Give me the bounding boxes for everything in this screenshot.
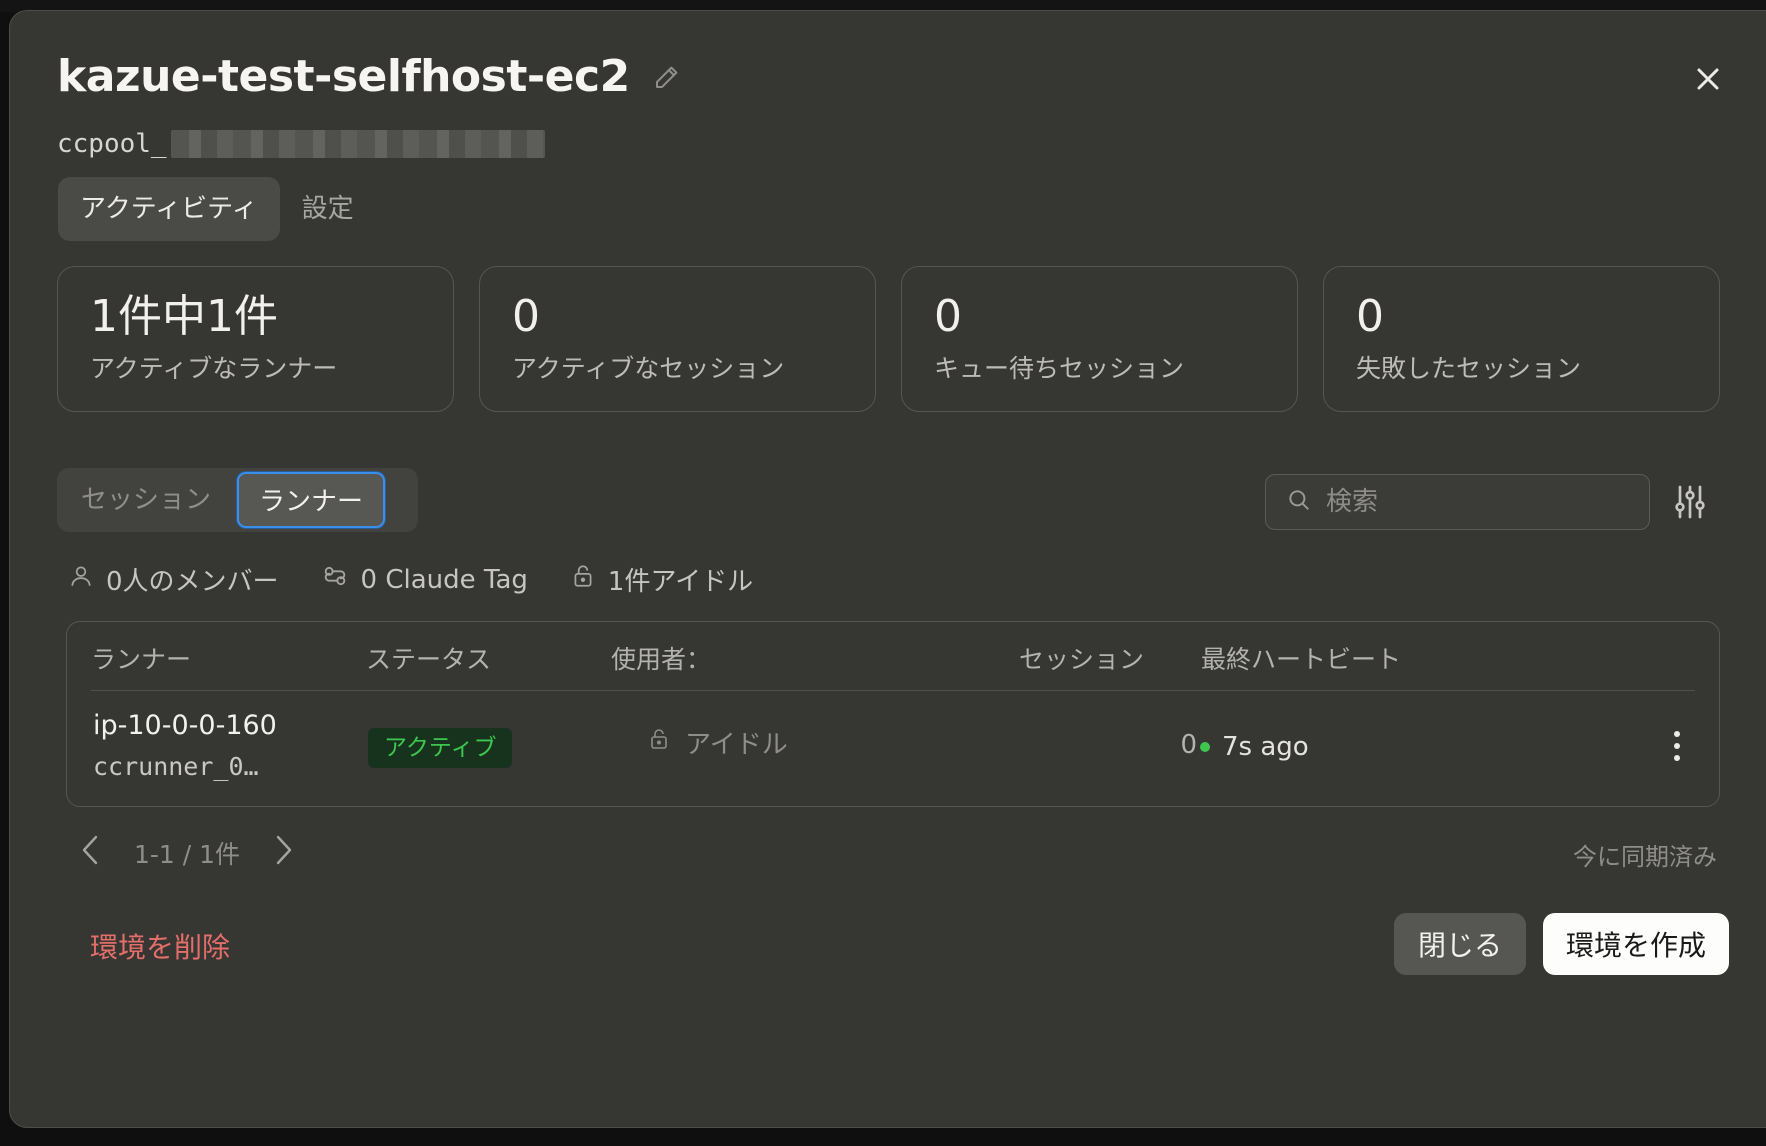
- stat-card-queued-sessions: 0 キュー待ちセッション: [901, 266, 1298, 412]
- column-header-user[interactable]: 使用者：: [611, 640, 711, 676]
- lock-icon: [570, 563, 596, 596]
- column-header-sessions[interactable]: セッション: [1019, 640, 1144, 676]
- meta-idle: 1件アイドル: [570, 561, 753, 598]
- pool-id-redacted: [170, 130, 545, 158]
- tab-activity[interactable]: アクティビティ: [58, 177, 280, 241]
- user-value: アイドル: [685, 730, 788, 760]
- heartbeat-value: 7s ago: [1222, 732, 1309, 762]
- runner-meta-row: 0人のメンバー 0 Claude Tag 1件アイドル: [68, 561, 753, 598]
- lock-icon: [647, 727, 671, 758]
- pool-id: ccpool_: [57, 129, 167, 159]
- top-tabs: アクティビティ 設定: [58, 177, 376, 241]
- stat-value: 1件中1件: [90, 291, 278, 342]
- idle-count: 1件アイドル: [607, 567, 754, 597]
- create-environment-button[interactable]: 環境を作成: [1543, 913, 1729, 975]
- chevron-left-icon[interactable]: [80, 833, 102, 873]
- segment-sessions[interactable]: セッション: [61, 472, 231, 528]
- stat-value: 0: [512, 291, 540, 342]
- sliders-icon[interactable]: [1670, 482, 1710, 522]
- members-count: 0人のメンバー: [106, 567, 279, 597]
- stat-label: アクティブなセッション: [512, 354, 785, 383]
- pool-id-row: ccpool_: [57, 129, 545, 159]
- status-badge: アクティブ: [368, 728, 513, 768]
- tag-icon: [321, 562, 349, 597]
- sync-status: 今に同期済み: [1573, 843, 1717, 871]
- environment-modal: kazue-test-selfhost-ec2 ccpool_ アクティビティ …: [9, 10, 1766, 1128]
- runners-table: ランナー ステータス 使用者： セッション 最終ハートビート ip-10-0-0…: [66, 621, 1720, 807]
- stat-label: キュー待ちセッション: [934, 354, 1185, 383]
- chevron-right-icon[interactable]: [272, 833, 294, 873]
- close-button[interactable]: 閉じる: [1394, 913, 1526, 975]
- stat-card-active-runners: 1件中1件 アクティブなランナー: [57, 266, 454, 412]
- sessions-count: 0: [1180, 730, 1197, 760]
- search-box: [1265, 474, 1650, 530]
- close-icon[interactable]: [1690, 61, 1726, 97]
- column-header-runner[interactable]: ランナー: [91, 640, 191, 676]
- stat-card-active-sessions: 0 アクティブなセッション: [479, 266, 876, 412]
- meta-claude-tag: 0 Claude Tag: [321, 562, 528, 597]
- pencil-icon[interactable]: [652, 62, 682, 92]
- kebab-icon[interactable]: [1665, 724, 1689, 768]
- tab-settings[interactable]: 設定: [280, 177, 376, 241]
- search-icon: [1286, 487, 1312, 517]
- status-dot: [1200, 742, 1210, 752]
- stat-label: アクティブなランナー: [90, 354, 338, 383]
- segment-runners[interactable]: ランナー: [237, 472, 386, 528]
- table-header: ランナー ステータス 使用者： セッション 最終ハートビート: [67, 622, 1719, 690]
- delete-environment-button[interactable]: 環境を削除: [90, 926, 230, 966]
- title-row: kazue-test-selfhost-ec2: [57, 51, 682, 102]
- column-header-heartbeat[interactable]: 最終ハートビート: [1201, 640, 1401, 676]
- claude-tag-count: 0 Claude Tag: [360, 564, 528, 595]
- stat-card-failed-sessions: 0 失敗したセッション: [1323, 266, 1720, 412]
- stat-value: 0: [1356, 291, 1384, 342]
- runner-name: ip-10-0-0-160: [93, 710, 277, 741]
- pagination: 1-1 / 1件: [80, 833, 294, 873]
- stats-cards: 1件中1件 アクティブなランナー 0 アクティブなセッション 0 キュー待ちセッ…: [57, 266, 1720, 412]
- search-input[interactable]: [1326, 487, 1626, 517]
- column-header-status[interactable]: ステータス: [366, 640, 491, 676]
- runner-id: ccrunner_0…: [93, 752, 259, 781]
- meta-members: 0人のメンバー: [68, 561, 279, 598]
- pagination-range: 1-1 / 1件: [134, 840, 241, 869]
- heartbeat-cell: 7s ago: [1200, 732, 1309, 762]
- stat-value: 0: [934, 291, 962, 342]
- user-cell: アイドル: [647, 724, 788, 761]
- environment-title: kazue-test-selfhost-ec2: [57, 51, 630, 102]
- user-icon: [68, 563, 94, 596]
- stat-label: 失敗したセッション: [1356, 354, 1582, 383]
- view-segmented-control: セッション ランナー: [57, 468, 418, 532]
- table-row[interactable]: ip-10-0-0-160 ccrunner_0… アクティブ アイドル 0 7…: [67, 690, 1719, 807]
